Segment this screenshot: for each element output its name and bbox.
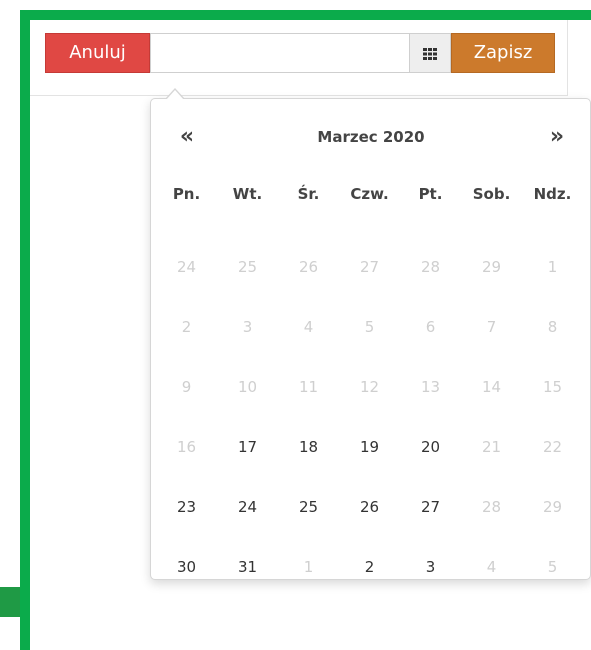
calendar-day[interactable]: 27: [400, 477, 461, 537]
calendar-day: 1: [547, 258, 558, 276]
calendar-grid: Pn. Wt. Śr. Czw. Pt. Sob. Ndz. 24 25 26 27 28 29 1 2 3…: [156, 179, 583, 597]
calendar-week-row: 9 10 11 12 13 14 15: [156, 357, 583, 417]
calendar-week-row: 2 3 4 5 6 7 8: [156, 297, 583, 357]
calendar-day: 2: [181, 318, 192, 336]
calendar-day: 29: [481, 258, 502, 276]
calendar-day: 24: [176, 258, 197, 276]
calendar-grid-icon: [423, 48, 437, 60]
calendar-day: 11: [298, 378, 319, 396]
calendar-day: 7: [486, 318, 497, 336]
calendar-day[interactable]: 24: [217, 477, 278, 537]
calendar-day: 4: [303, 318, 314, 336]
calendar-day: 28: [420, 258, 441, 276]
calendar-day[interactable]: 30: [156, 537, 217, 597]
calendar-day[interactable]: 23: [156, 477, 217, 537]
datepicker-header: « Marzec 2020 »: [151, 119, 590, 155]
calendar-day: 26: [298, 258, 319, 276]
weekday-header: Ndz.: [533, 185, 572, 203]
weekday-header: Wt.: [232, 185, 263, 203]
calendar-day: 28: [481, 498, 502, 516]
calendar-day: 8: [547, 318, 558, 336]
calendar-day: 27: [359, 258, 380, 276]
next-month-button[interactable]: »: [539, 119, 575, 155]
save-button[interactable]: Zapisz: [451, 33, 555, 73]
calendar-day[interactable]: 19: [339, 417, 400, 477]
calendar-day[interactable]: 26: [339, 477, 400, 537]
background-strip: [0, 587, 20, 617]
prev-month-button[interactable]: «: [169, 119, 205, 155]
calendar-day: 13: [420, 378, 441, 396]
cancel-button[interactable]: Anuluj: [45, 33, 150, 73]
calendar-day: 25: [237, 258, 258, 276]
weekday-header: Pn.: [172, 185, 201, 203]
calendar-day: 10: [237, 378, 258, 396]
calendar-day[interactable]: 20: [400, 417, 461, 477]
month-title[interactable]: Marzec 2020: [251, 119, 491, 155]
calendar-day[interactable]: 2: [339, 537, 400, 597]
calendar-day[interactable]: 18: [278, 417, 339, 477]
calendar-day: 29: [542, 498, 563, 516]
calendar-day: 5: [364, 318, 375, 336]
calendar-day: 22: [542, 438, 563, 456]
calendar-weeks: 24 25 26 27 28 29 1 2 3 4 5 6 7 8 9 10 11 12 13 14 15 16 17 18 1…: [156, 237, 583, 597]
calendar-button[interactable]: [410, 33, 451, 73]
calendar-day: 12: [359, 378, 380, 396]
date-input[interactable]: [150, 33, 410, 73]
weekday-header: Sob.: [472, 185, 511, 203]
calendar-day[interactable]: 3: [400, 537, 461, 597]
toolbar: Anuluj Zapisz: [30, 20, 568, 96]
calendar-day: 5: [547, 558, 558, 576]
calendar-week-row: 23 24 25 26 27 28 29: [156, 477, 583, 537]
calendar-day: 14: [481, 378, 502, 396]
weekday-header: Czw.: [350, 185, 389, 203]
calendar-week-row: 30 31 1 2 3 4 5: [156, 537, 583, 597]
calendar-day: 16: [176, 438, 197, 456]
calendar-day: 21: [481, 438, 502, 456]
calendar-day[interactable]: 31: [217, 537, 278, 597]
weekday-header-row: Pn. Wt. Śr. Czw. Pt. Sob. Ndz.: [156, 179, 583, 209]
calendar-week-row: 16 17 18 19 20 21 22: [156, 417, 583, 477]
calendar-day[interactable]: 17: [217, 417, 278, 477]
calendar-day: 1: [303, 558, 314, 576]
calendar-day: 15: [542, 378, 563, 396]
calendar-day[interactable]: 25: [278, 477, 339, 537]
calendar-day: 4: [486, 558, 497, 576]
weekday-header: Śr.: [297, 185, 320, 203]
calendar-day: 6: [425, 318, 436, 336]
calendar-day: 9: [181, 378, 192, 396]
datepicker-dropdown: « Marzec 2020 » Pn. Wt. Śr. Czw. Pt. Sob. Ndz.…: [150, 88, 591, 580]
calendar-day: 3: [242, 318, 253, 336]
calendar-week-row: 24 25 26 27 28 29 1: [156, 237, 583, 297]
edit-panel: Anuluj Zapisz « Marzec 2020 » Pn. Wt. Śr…: [30, 20, 591, 617]
weekday-header: Pt.: [418, 185, 443, 203]
